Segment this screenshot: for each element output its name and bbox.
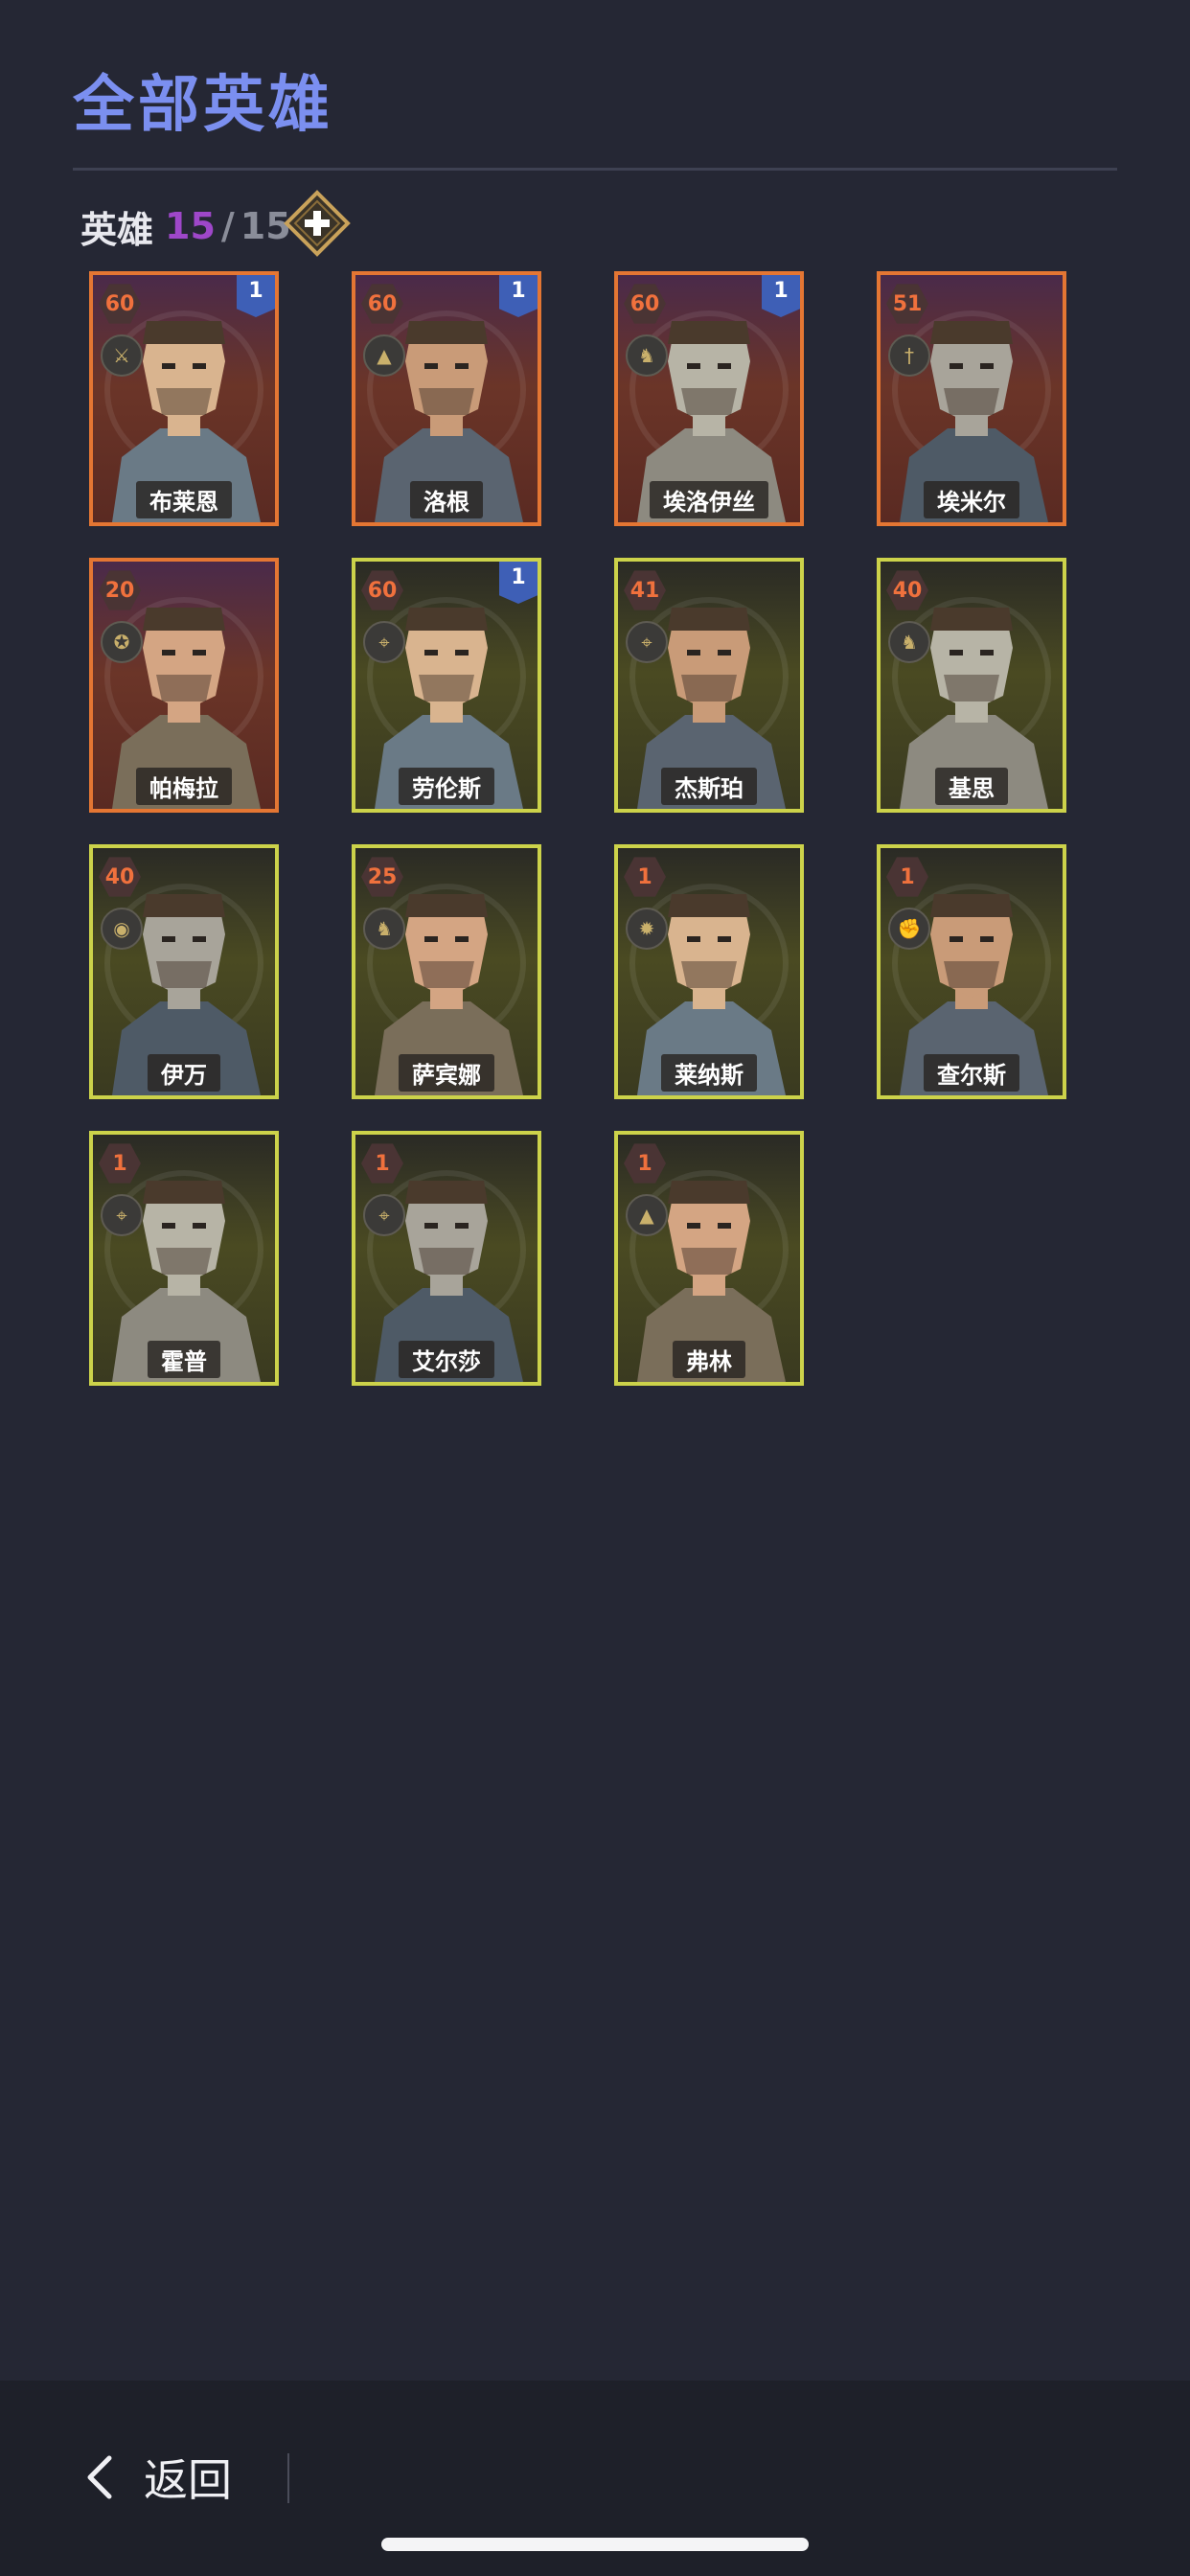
hero-card[interactable]: 40 ♞ 基思: [877, 558, 1066, 813]
hat-icon: ▲: [363, 334, 405, 377]
hero-count: 英雄 15 / 15: [80, 199, 291, 253]
hero-card[interactable]: 1 ▲ 弗林: [614, 1131, 804, 1386]
hero-card[interactable]: 60 ⌖ 1 劳伦斯: [352, 558, 541, 813]
hero-card[interactable]: 1 ✹ 莱纳斯: [614, 844, 804, 1099]
hero-rank-badge: 1: [237, 275, 275, 317]
fist-icon: ✊: [888, 908, 930, 950]
hero-name: 查尔斯: [924, 1054, 1019, 1092]
hero-name: 弗林: [673, 1341, 745, 1378]
hero-grid: 60 ⚔ 1 布莱恩 60 ▲ 1 洛根 60 ♞ 1 埃洛伊丝 51 † 埃米尔 20 ✪ 帕梅拉 60 ⌖ 1 劳伦斯…: [89, 271, 1066, 1392]
hero-card[interactable]: 1 ⌖ 霍普: [89, 1131, 279, 1386]
hero-name: 杰斯珀: [661, 768, 757, 805]
hero-card[interactable]: 60 ♞ 1 埃洛伊丝: [614, 271, 804, 526]
hero-rank-badge: 1: [762, 275, 800, 317]
hat-icon: ▲: [626, 1194, 668, 1236]
hero-card[interactable]: 40 ◉ 伊万: [89, 844, 279, 1099]
hero-name: 劳伦斯: [399, 768, 494, 805]
hero-card[interactable]: 60 ▲ 1 洛根: [352, 271, 541, 526]
hero-name: 布莱恩: [136, 481, 232, 518]
hero-name: 艾尔莎: [399, 1341, 494, 1378]
back-label: 返回: [144, 2454, 232, 2506]
chevron-left-icon: [87, 2455, 112, 2499]
horse-icon: ♞: [888, 621, 930, 663]
crosshair-icon: ⌖: [101, 1194, 143, 1236]
hero-rank-badge: 1: [499, 562, 538, 604]
horse-icon: ♞: [363, 908, 405, 950]
crosshair-icon: ⌖: [363, 1194, 405, 1236]
hero-card[interactable]: 25 ♞ 萨宾娜: [352, 844, 541, 1099]
dagger-icon: †: [888, 334, 930, 377]
plus-diamond-icon: [284, 190, 351, 257]
hero-name: 伊万: [148, 1054, 220, 1092]
hero-count-separator: /: [220, 205, 235, 247]
hero-name: 帕梅拉: [136, 768, 232, 805]
hero-card[interactable]: 51 † 埃米尔: [877, 271, 1066, 526]
hero-name: 基思: [935, 768, 1008, 805]
hero-card[interactable]: 1 ⌖ 艾尔莎: [352, 1131, 541, 1386]
hero-name: 洛根: [410, 481, 483, 518]
home-indicator[interactable]: [381, 2538, 809, 2551]
hero-card[interactable]: 1 ✊ 查尔斯: [877, 844, 1066, 1099]
add-hero-slot-button[interactable]: [284, 190, 351, 257]
hero-name: 霍普: [148, 1341, 220, 1378]
hero-rank-badge: 1: [499, 275, 538, 317]
crosshair-icon: ⌖: [363, 621, 405, 663]
horse-icon: ♞: [626, 334, 668, 377]
header-divider: [73, 168, 1117, 171]
hero-card[interactable]: 20 ✪ 帕梅拉: [89, 558, 279, 813]
hero-name: 莱纳斯: [661, 1054, 757, 1092]
hero-card[interactable]: 60 ⚔ 1 布莱恩: [89, 271, 279, 526]
crosshair-icon: ⌖: [626, 621, 668, 663]
back-button[interactable]: 返回: [82, 2446, 232, 2509]
hero-count-label: 英雄: [80, 208, 154, 251]
gear-icon: ✹: [626, 908, 668, 950]
sword-icon: ⚔: [101, 334, 143, 377]
pentagram-icon: ✪: [101, 621, 143, 663]
page-title: 全部英雄: [73, 70, 333, 141]
hero-count-current: 15: [165, 205, 216, 247]
hero-name: 萨宾娜: [399, 1054, 494, 1092]
bottom-divider: [287, 2453, 289, 2503]
hero-name: 埃米尔: [924, 481, 1019, 518]
hero-card[interactable]: 41 ⌖ 杰斯珀: [614, 558, 804, 813]
hero-name: 埃洛伊丝: [650, 481, 768, 518]
eye-icon: ◉: [101, 908, 143, 950]
